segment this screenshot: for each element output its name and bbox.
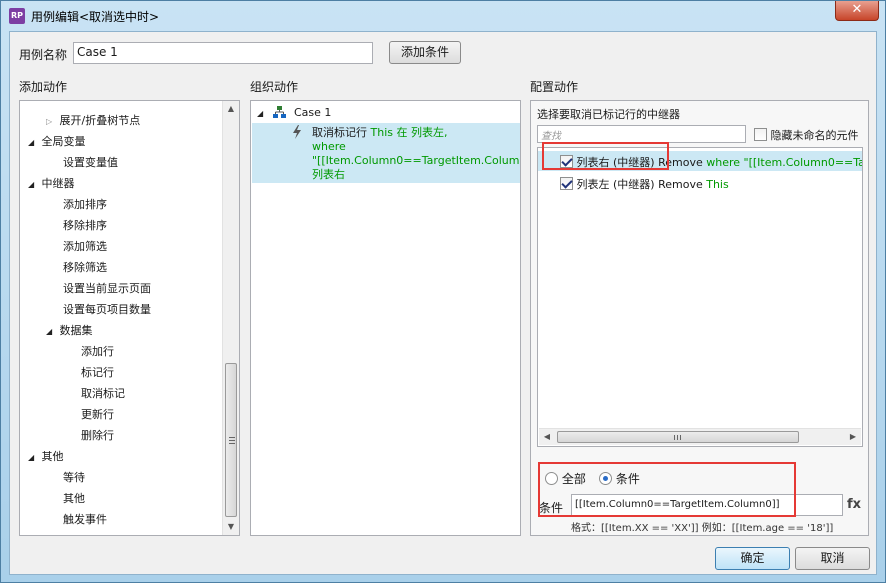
tree-item-update-row[interactable]: 更新行 (81, 406, 114, 422)
hscroll-thumb[interactable] (557, 431, 799, 443)
tree-item-add-filter[interactable]: 添加筛选 (63, 238, 107, 254)
scroll-right-arrow-icon[interactable]: ▶ (845, 429, 861, 445)
hide-unnamed-toggle[interactable]: 隐藏未命名的元件 (754, 127, 859, 143)
collapse-arrow-icon: ◢ (28, 138, 35, 147)
add-action-scrollbar[interactable]: ▲ ▼ (222, 101, 239, 535)
fx-icon[interactable]: fx (847, 497, 861, 512)
case-node[interactable]: ◢ Case 1 (257, 106, 331, 119)
dialog-client: 用例名称 Case 1 添加条件 添加动作 组织动作 配置动作 ▷ 展开/折叠树… (9, 31, 877, 575)
expand-arrow-icon: ▷ (46, 117, 53, 126)
case-name-input[interactable]: Case 1 (73, 42, 373, 64)
tree-item-remove-filter[interactable]: 移除筛选 (63, 259, 107, 275)
annotation-box-repeater (542, 142, 669, 170)
tree-item-expand-collapse[interactable]: ▷ 展开/折叠树节点 (46, 112, 140, 128)
tree-item-add-row[interactable]: 添加行 (81, 343, 114, 359)
tree-item-global-var[interactable]: ◢ 全局变量 (28, 133, 86, 149)
add-action-tree: ▷ 展开/折叠树节点 ◢ 全局变量 设置变量值 ◢ 中继器 添加排序 移除排序 … (19, 100, 240, 536)
scroll-down-arrow-icon[interactable]: ▼ (223, 519, 239, 535)
repeater-list: 列表右 (中继器) Remove where "[[Item.Column0==… (537, 147, 863, 447)
format-hint: 格式：[[Item.XX == 'XX']] 例如：[[Item.age == … (571, 523, 834, 534)
scroll-up-arrow-icon[interactable]: ▲ (223, 101, 239, 117)
repeater-row-left[interactable]: 列表左 (中继器) Remove This (538, 173, 862, 193)
tree-item-other-group[interactable]: ◢ 其他 (28, 448, 64, 464)
add-condition-button[interactable]: 添加条件 (389, 41, 461, 64)
scroll-thumb[interactable] (225, 363, 237, 517)
add-action-heading: 添加动作 (19, 80, 68, 94)
tree-item-add-sort[interactable]: 添加排序 (63, 196, 107, 212)
ok-button[interactable]: 确定 (715, 547, 790, 570)
organize-action-tree: ◢ Case 1 取消标记行 This 在 列表左, where "[[Item… (250, 100, 521, 536)
tree-item-wait[interactable]: 等待 (63, 469, 85, 485)
hide-unnamed-checkbox[interactable] (754, 128, 767, 141)
tree-item-delete-row[interactable]: 删除行 (81, 427, 114, 443)
tree-item-remove-sort[interactable]: 移除排序 (63, 217, 107, 233)
lightning-icon (293, 125, 301, 139)
close-icon[interactable]: ✕ (835, 1, 879, 21)
scroll-left-arrow-icon[interactable]: ◀ (539, 429, 555, 445)
tree-item-set-page[interactable]: 设置当前显示页面 (63, 280, 151, 296)
tree-item-set-var[interactable]: 设置变量值 (63, 154, 118, 170)
action-description: 取消标记行 This 在 列表左, where "[[Item.Column0=… (312, 126, 520, 181)
case-name-label: 用例名称 (19, 48, 68, 62)
annotation-box-condition (538, 462, 796, 517)
case-tree-icon (272, 106, 286, 118)
tree-item-fire-event[interactable]: 触发事件 (63, 511, 107, 527)
dialog-window: RP 用例编辑<取消选中时> ✕ 用例名称 Case 1 添加条件 添加动作 组… (0, 0, 886, 583)
tree-item-repeater[interactable]: ◢ 中继器 (28, 175, 75, 191)
tree-item-mark-row[interactable]: 标记行 (81, 364, 114, 380)
repeater-list-hscrollbar[interactable]: ◀ ▶ (539, 428, 861, 445)
collapse-arrow-icon: ◢ (28, 453, 35, 462)
axure-rp-icon: RP (9, 8, 25, 24)
tree-item-unmark-row[interactable]: 取消标记 (81, 385, 125, 401)
tree-item-other[interactable]: 其他 (63, 490, 85, 506)
selected-action-row[interactable]: 取消标记行 This 在 列表左, where "[[Item.Column0=… (252, 123, 520, 183)
collapse-arrow-icon: ◢ (46, 327, 53, 336)
window-title: 用例编辑<取消选中时> (31, 10, 160, 24)
repeater-left-checkbox[interactable] (560, 177, 573, 190)
tree-item-set-items-per-page[interactable]: 设置每页项目数量 (63, 301, 151, 317)
collapse-arrow-icon: ◢ (28, 180, 35, 189)
tree-item-dataset[interactable]: ◢ 数据集 (46, 322, 93, 338)
cancel-button[interactable]: 取消 (795, 547, 870, 570)
config-action-heading: 配置动作 (530, 80, 579, 94)
organize-action-heading: 组织动作 (250, 80, 299, 94)
search-input[interactable]: 查找 (537, 125, 746, 143)
collapse-arrow-icon: ◢ (257, 109, 264, 118)
title-bar: RP 用例编辑<取消选中时> ✕ (1, 1, 885, 31)
config-subheading: 选择要取消已标记行的中继器 (537, 108, 680, 121)
